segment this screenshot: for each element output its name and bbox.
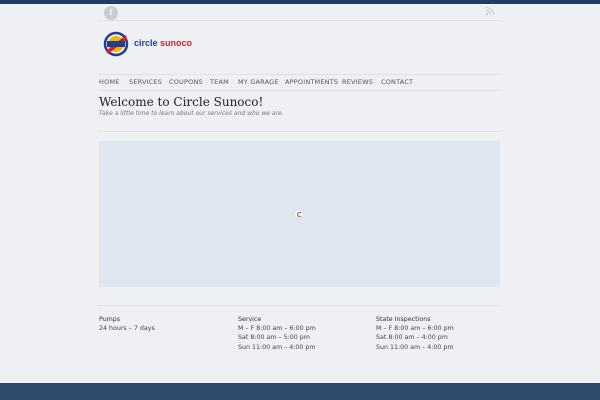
hours-line: Sat 8:00 am – 4:00 pm — [376, 334, 448, 342]
hours-pumps: Pumps 24 hours – 7 days — [99, 315, 155, 333]
hours-line: M – F 8:00 am – 6:00 pm — [376, 325, 454, 333]
hours-line: Sun 11:00 am – 4:00 pm — [238, 343, 316, 351]
loading-spinner-icon — [295, 210, 303, 218]
hours-line: Sun 11:00 am – 4:00 pm — [376, 343, 454, 351]
hours-state-inspections: State Inspections M – F 8:00 am – 6:00 p… — [376, 315, 454, 352]
nav-item-services[interactable]: SERVICES — [129, 78, 162, 86]
divider — [99, 305, 500, 306]
page-title: Welcome to Circle Sunoco! — [99, 95, 264, 109]
logo-wordmark: circle sunoco — [134, 38, 192, 48]
logo-word-sunoco: sunoco — [160, 38, 193, 48]
nav-item-appointments[interactable]: APPOINTMENTS — [285, 78, 338, 86]
hours-service: Service M – F 8:00 am – 6:00 pm Sat 8:00… — [238, 315, 316, 352]
hours-line: M – F 8:00 am – 6:00 pm — [238, 325, 316, 333]
hours-heading: Pumps — [99, 316, 121, 323]
footer-bar — [0, 383, 600, 400]
divider — [99, 131, 500, 132]
rss-icon-glyph — [485, 6, 495, 16]
nav-item-contact[interactable]: CONTACT — [381, 78, 413, 86]
hours-heading: Service — [238, 316, 262, 323]
rss-icon[interactable] — [483, 6, 497, 20]
nav-item-reviews[interactable]: REVIEWS — [342, 78, 373, 86]
hours-line: 24 hours – 7 days — [99, 325, 155, 333]
top-accent-bar — [0, 0, 600, 4]
page-subtitle: Take a little time to learn about our se… — [99, 110, 284, 117]
utility-bar: f — [99, 5, 500, 21]
logo-word-circle: circle — [134, 38, 158, 48]
nav-item-team[interactable]: TEAM — [210, 78, 229, 86]
nav-item-my-garage[interactable]: MY GARAGE — [238, 78, 279, 86]
hours-heading: State Inspections — [376, 316, 431, 323]
facebook-icon[interactable]: f — [104, 6, 118, 20]
main-nav: HOME SERVICES COUPONS TEAM MY GARAGE APP… — [99, 74, 500, 91]
nav-item-coupons[interactable]: COUPONS — [169, 78, 203, 86]
hours-line: Sat 8:00 am – 5:00 pm — [238, 334, 310, 342]
nav-item-home[interactable]: HOME — [99, 78, 120, 86]
sunoco-logo-icon — [103, 31, 129, 57]
